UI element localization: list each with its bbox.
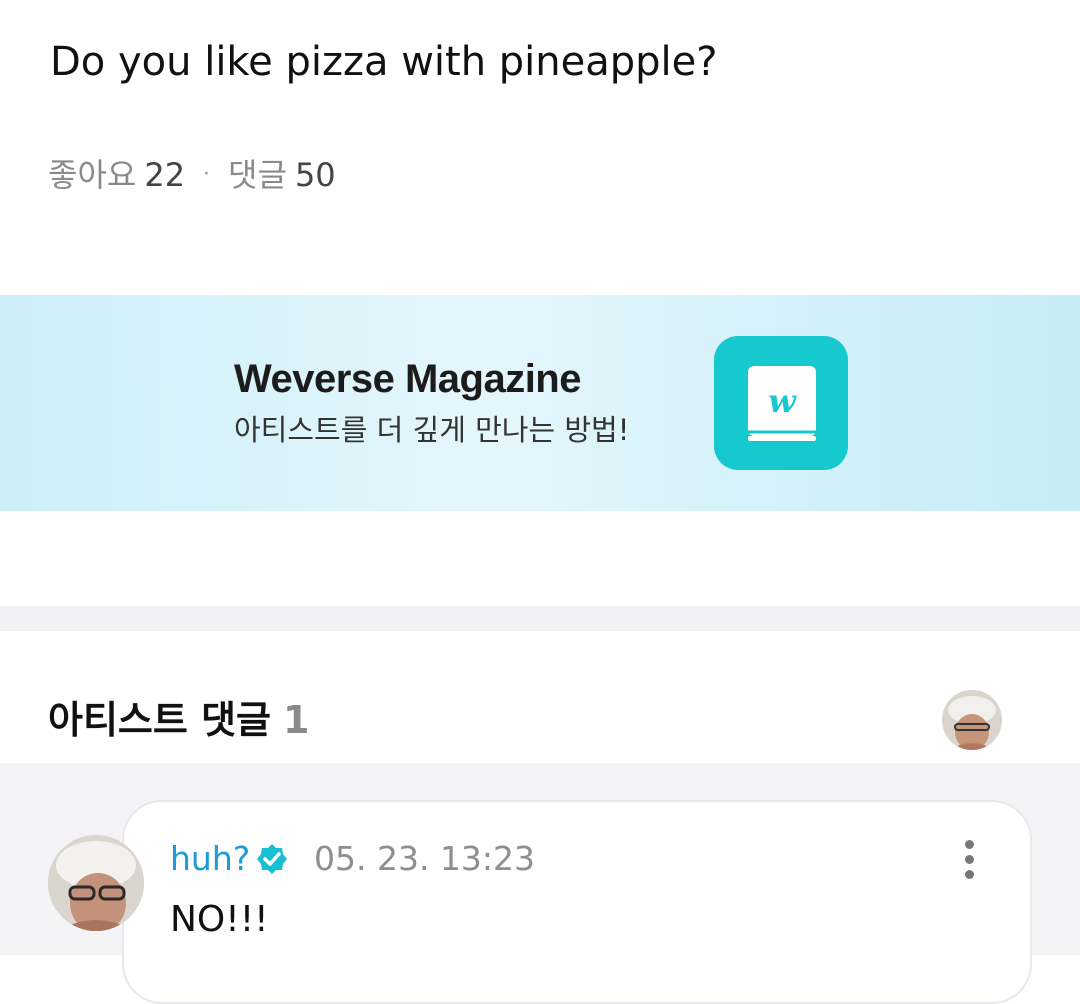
comment-text: NO!!! xyxy=(170,899,269,940)
artist-comments-count: 1 xyxy=(283,698,310,742)
comment-author-avatar[interactable] xyxy=(48,835,144,931)
comments-count: 50 xyxy=(294,156,336,194)
section-divider xyxy=(0,606,1080,631)
stats-separator: · xyxy=(203,162,211,187)
comment-timestamp: 05. 23. 13:23 xyxy=(314,839,536,878)
comments-label[interactable]: 댓글 xyxy=(228,155,287,195)
artist-comments-heading: 아티스트 댓글 1 xyxy=(48,696,309,744)
post-stats: 좋아요 22 · 댓글 50 xyxy=(48,155,336,195)
post-text: Do you like pizza with pineapple? xyxy=(50,39,718,85)
artist-comments-title: 아티스트 댓글 xyxy=(48,698,271,742)
more-options-icon[interactable] xyxy=(954,838,986,882)
artist-avatar-small[interactable] xyxy=(942,690,1002,750)
weverse-magazine-book-icon: w xyxy=(714,336,848,470)
likes-label[interactable]: 좋아요 xyxy=(48,155,136,195)
banner-subtitle: 아티스트를 더 깊게 만나는 방법! xyxy=(234,413,630,447)
likes-count: 22 xyxy=(144,156,186,194)
verified-badge-icon xyxy=(257,844,287,874)
banner-title: Weverse Magazine xyxy=(234,357,581,401)
magazine-banner[interactable] xyxy=(0,295,1080,511)
comment-author-name[interactable]: huh? xyxy=(170,838,250,880)
svg-text:w: w xyxy=(768,382,797,420)
